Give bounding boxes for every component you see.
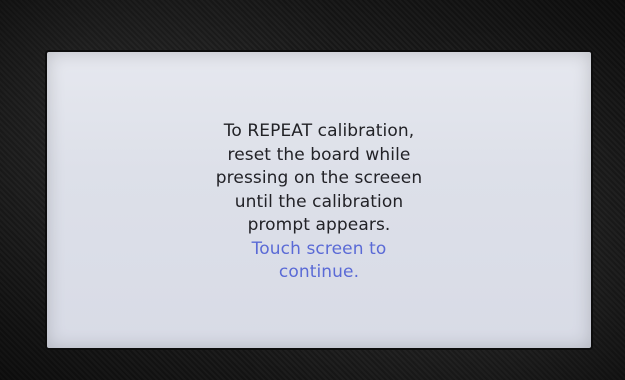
message-line: until the calibration xyxy=(234,191,404,212)
touch-to-continue-prompt[interactable]: continue. xyxy=(47,261,591,285)
message-line: pressing on the screeen xyxy=(215,168,423,188)
touch-to-continue-prompt[interactable]: Touch screen to xyxy=(47,238,591,262)
message-line: To REPEAT calibration, xyxy=(223,121,415,141)
touch-screen[interactable]: To REPEAT calibration, reset the board w… xyxy=(47,52,591,348)
message-line: reset the board while xyxy=(227,144,411,165)
message-line: prompt appears. xyxy=(247,215,391,235)
calibration-message: To REPEAT calibration, reset the board w… xyxy=(47,120,591,285)
